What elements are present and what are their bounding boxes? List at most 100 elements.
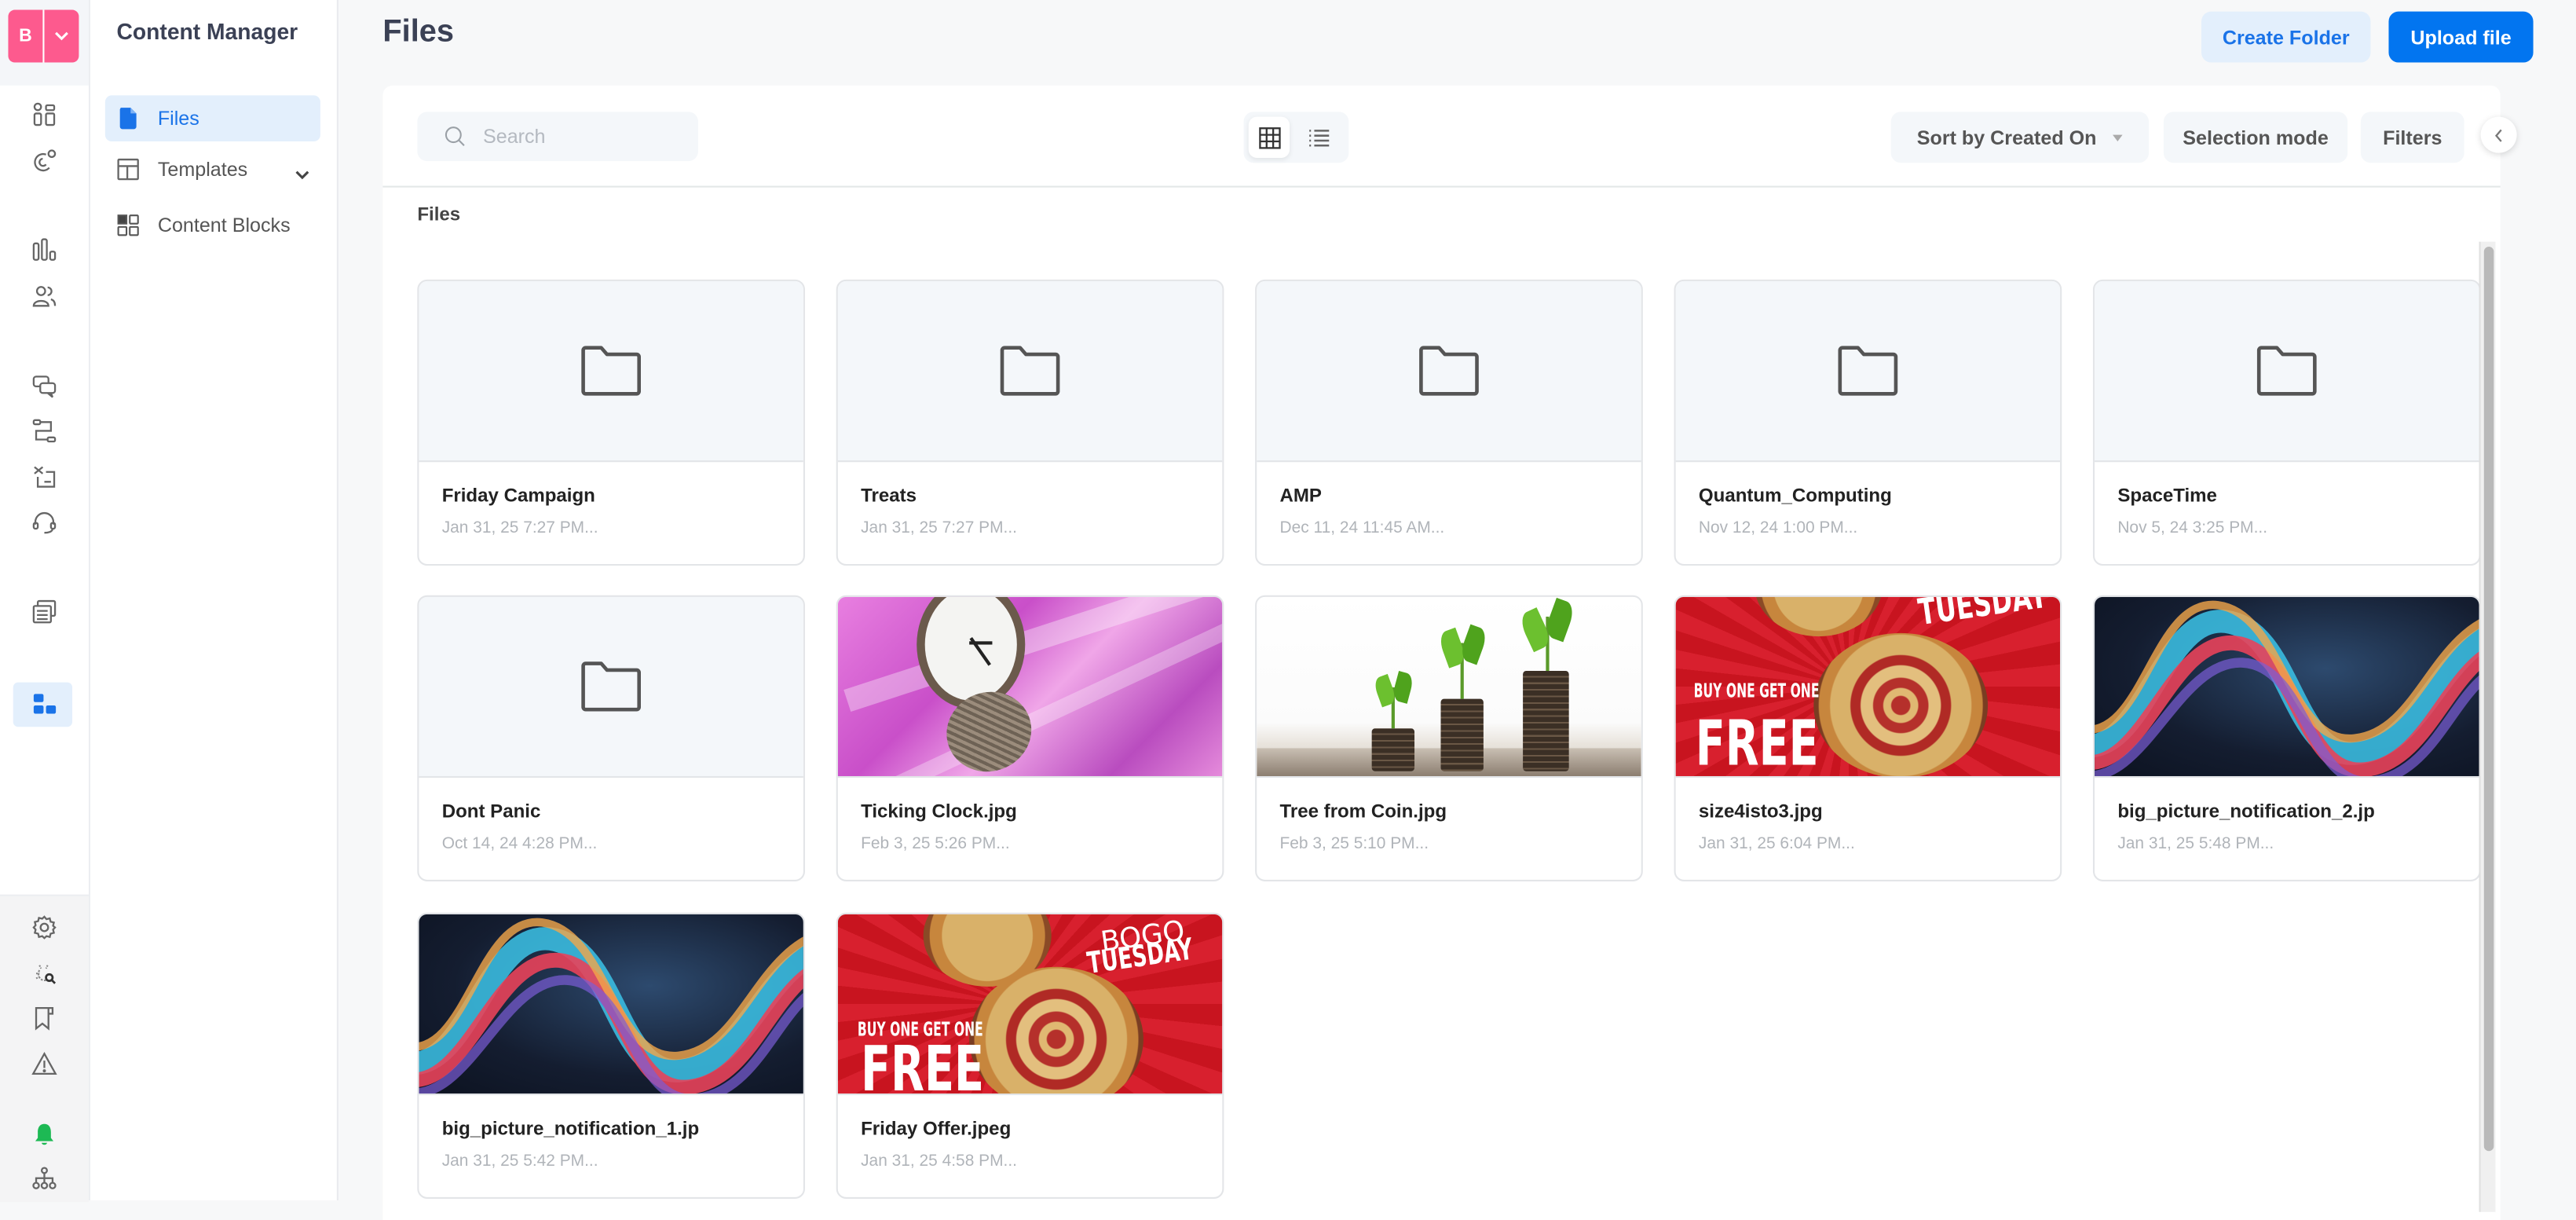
grid-view-button[interactable] — [1248, 116, 1290, 158]
nav-item-content-blocks[interactable]: Content Blocks — [105, 202, 320, 248]
item-date: Oct 14, 24 4:28 PM... — [441, 835, 598, 854]
chat-icon[interactable] — [28, 370, 61, 403]
search-input[interactable] — [479, 123, 684, 150]
search-box[interactable] — [417, 112, 699, 162]
selection-mode-button[interactable]: Selection mode — [2163, 112, 2348, 163]
analytics-icon[interactable] — [28, 233, 61, 266]
grid-icon — [1258, 126, 1280, 148]
org-tree-icon[interactable] — [28, 1163, 61, 1196]
item-date: Jan 31, 25 7:27 PM... — [441, 519, 598, 538]
thumb-overlay-text: BUY ONE GET ONE — [1693, 679, 1820, 702]
folder-thumbnail — [2095, 280, 2479, 463]
folder-card[interactable]: Dont Panic Oct 14, 24 4:28 PM... — [417, 595, 805, 881]
image-thumbnail — [837, 596, 1223, 779]
template-layout-icon — [115, 156, 141, 182]
item-date: Feb 3, 25 5:26 PM... — [861, 835, 1010, 854]
campaign-icon[interactable] — [28, 460, 61, 493]
thumb-overlay-text: FREE — [861, 1032, 984, 1096]
flow-icon[interactable] — [28, 414, 61, 447]
image-thumbnail: BOGO TUESDAY BUY ONE GET ONE FREE — [837, 914, 1223, 1096]
item-date: Jan 31, 25 7:27 PM... — [861, 519, 1017, 538]
folder-thumbnail — [419, 596, 803, 779]
debug-search-icon[interactable] — [28, 957, 61, 990]
create-folder-button[interactable]: Create Folder — [2201, 11, 2371, 63]
item-name: Tree from Coin.jpg — [1279, 802, 1447, 822]
headset-icon[interactable] — [28, 507, 61, 540]
item-name: Friday Offer.jpeg — [861, 1119, 1012, 1140]
item-date: Jan 31, 25 5:42 PM... — [441, 1152, 598, 1171]
file-card[interactable]: TUESDAY BUY ONE GET ONE FREE size4isto3.… — [1674, 595, 2062, 881]
item-name: SpaceTime — [2117, 486, 2217, 507]
collapse-panel-button[interactable] — [2480, 116, 2517, 153]
folder-icon — [2256, 346, 2318, 397]
chevron-down-icon — [44, 10, 79, 63]
search-icon — [445, 126, 465, 146]
dashboard-icon[interactable] — [28, 99, 61, 132]
item-name: big_picture_notification_2.jp — [2117, 802, 2375, 822]
folder-card[interactable]: Friday Campaign Jan 31, 25 7:27 PM... — [417, 279, 805, 566]
chevron-down-icon[interactable] — [294, 159, 310, 189]
folder-thumbnail — [1257, 280, 1641, 463]
folder-card[interactable]: Quantum_Computing Nov 12, 24 1:00 PM... — [1674, 279, 2062, 566]
blocks-icon — [115, 212, 141, 238]
file-icon — [115, 105, 141, 131]
users-icon[interactable] — [28, 280, 61, 313]
item-name: Treats — [861, 486, 917, 507]
warning-icon[interactable] — [28, 1047, 61, 1080]
item-name: Quantum_Computing — [1698, 486, 1892, 507]
folder-thumbnail — [419, 280, 803, 463]
files-panel: Sort by Created On Selection mode Filter… — [382, 85, 2517, 1220]
file-card[interactable]: Tree from Coin.jpg Feb 3, 25 5:10 PM... — [1255, 595, 1643, 881]
item-name: Ticking Clock.jpg — [861, 802, 1017, 822]
item-date: Nov 12, 24 1:00 PM... — [1698, 519, 1858, 538]
folder-thumbnail — [837, 280, 1223, 463]
image-thumbnail: TUESDAY BUY ONE GET ONE FREE — [1675, 596, 2061, 779]
workspace-switcher[interactable]: B — [8, 9, 79, 63]
file-card[interactable]: Ticking Clock.jpg Feb 3, 25 5:26 PM... — [836, 595, 1224, 881]
folder-card[interactable]: SpaceTime Nov 5, 24 3:25 PM... — [2092, 279, 2481, 566]
folder-icon — [580, 346, 642, 397]
section-label: Files — [417, 205, 461, 225]
folder-icon — [1837, 346, 1899, 397]
sort-label: Sort by Created On — [1916, 126, 2097, 149]
image-thumbnail — [2095, 596, 2479, 779]
item-date: Jan 31, 25 6:04 PM... — [1698, 835, 1855, 854]
list-view-button[interactable] — [1298, 117, 1339, 158]
settings-icon[interactable] — [28, 911, 61, 944]
caret-down-icon — [2113, 134, 2123, 141]
content-manager-icon[interactable] — [28, 687, 61, 720]
item-name: size4isto3.jpg — [1698, 802, 1823, 822]
filters-button[interactable]: Filters — [2360, 112, 2464, 163]
item-date: Dec 11, 24 11:45 AM... — [1279, 519, 1445, 538]
nav-item-templates[interactable]: Templates — [105, 146, 320, 192]
thumb-overlay-text: TUESDAY — [1916, 596, 2051, 635]
nav-item-label: Content Blocks — [157, 214, 291, 237]
file-card[interactable]: big_picture_notification_2.jp Jan 31, 25… — [2092, 595, 2481, 881]
nav-item-files[interactable]: Files — [104, 95, 320, 142]
magnet-icon[interactable] — [28, 145, 61, 178]
folder-icon — [1418, 346, 1480, 397]
file-card[interactable]: BOGO TUESDAY BUY ONE GET ONE FREE Friday… — [836, 912, 1224, 1199]
list-icon — [1308, 129, 1329, 146]
image-thumbnail — [1257, 596, 1641, 779]
icon-rail: B — [0, 0, 91, 1203]
templates-stack-icon[interactable] — [28, 595, 61, 628]
scrollbar[interactable] — [2479, 241, 2496, 1212]
notification-bell-icon[interactable] — [28, 1118, 61, 1151]
scrollbar-thumb[interactable] — [2483, 246, 2494, 1152]
item-name: Friday Campaign — [441, 486, 595, 507]
bookmark-icon[interactable] — [28, 1002, 61, 1035]
page-title: Files — [382, 14, 454, 49]
file-card[interactable]: big_picture_notification_1.jp Jan 31, 25… — [417, 912, 805, 1199]
folder-card[interactable]: AMP Dec 11, 24 11:45 AM... — [1255, 279, 1643, 566]
folder-card[interactable]: Treats Jan 31, 25 7:27 PM... — [836, 279, 1224, 566]
item-date: Jan 31, 25 4:58 PM... — [861, 1152, 1017, 1171]
upload-file-button[interactable]: Upload file — [2388, 11, 2534, 63]
folder-icon — [580, 661, 642, 712]
content-manager-nav: Content Manager Files Templates Content … — [90, 0, 338, 1201]
sort-dropdown[interactable]: Sort by Created On — [1890, 112, 2150, 163]
brand-initial: B — [19, 26, 32, 46]
folder-icon — [999, 346, 1061, 397]
nav-item-label: Files — [157, 107, 199, 130]
toolbar-divider — [382, 185, 2501, 188]
